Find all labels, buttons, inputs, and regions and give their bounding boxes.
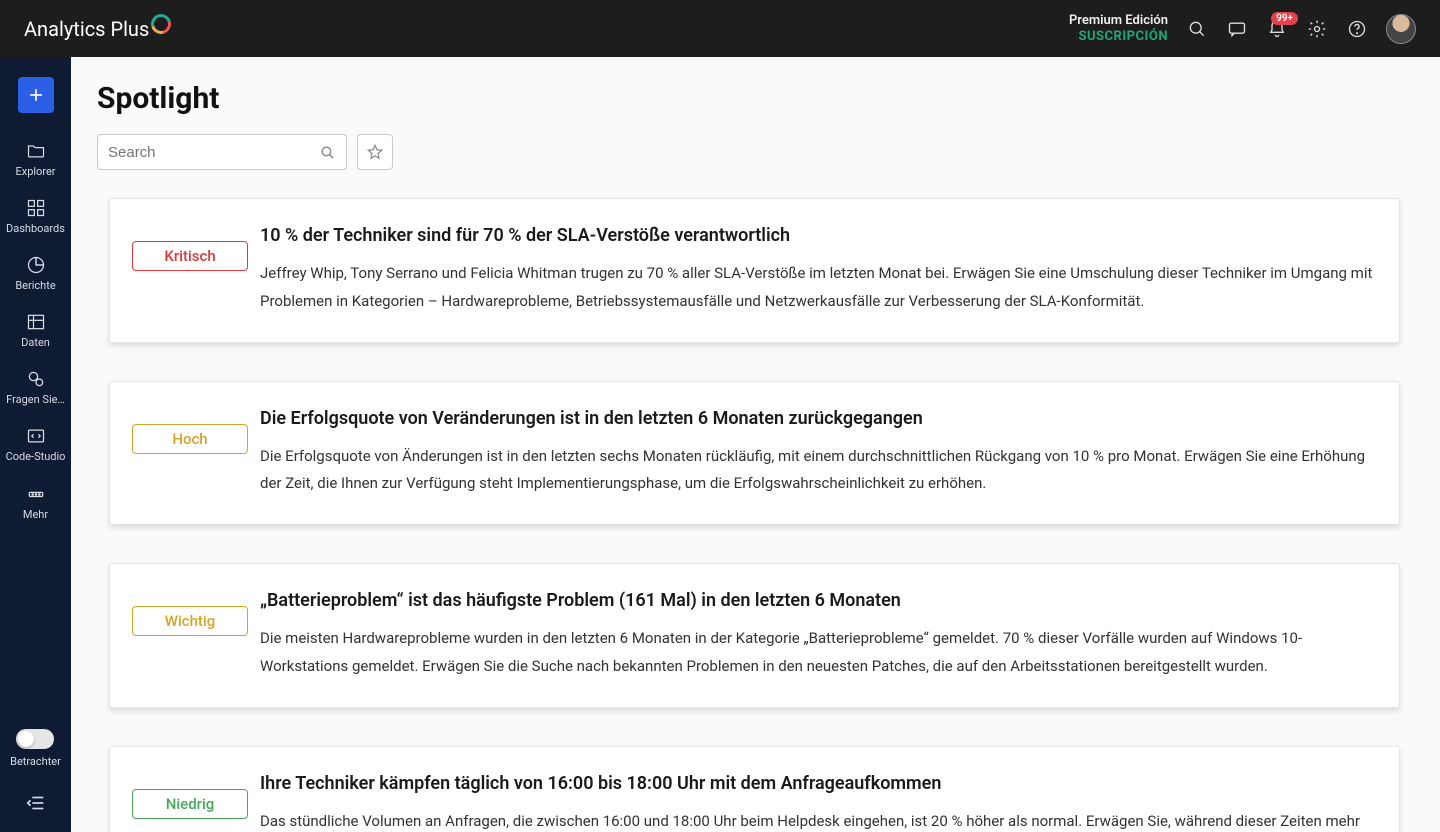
insight-description: Jeffrey Whip, Tony Serrano und Felicia W… xyxy=(260,260,1377,316)
gear-icon[interactable] xyxy=(1306,18,1328,40)
sidebar-item-label: Mehr xyxy=(23,509,48,521)
insight-description: Die Erfolgsquote von Änderungen ist in d… xyxy=(260,443,1377,499)
search-input[interactable] xyxy=(108,144,319,161)
page-title: Spotlight xyxy=(97,81,1414,116)
favorite-button[interactable] xyxy=(357,134,393,170)
subscription-banner[interactable]: Premium Edición SUSCRIPCIÓN xyxy=(1069,13,1168,44)
subscription-line2: SUSCRIPCIÓN xyxy=(1069,29,1168,45)
brand-text: Analytics Plus xyxy=(24,17,149,41)
pie-chart-icon xyxy=(26,255,46,275)
sidebar-item-mehr[interactable]: Mehr xyxy=(0,476,71,529)
viewer-toggle[interactable] xyxy=(16,729,54,749)
code-icon xyxy=(26,426,46,446)
sidebar: Explorer Dashboards Berichte Daten Frage… xyxy=(0,57,71,832)
sidebar-item-dashboards[interactable]: Dashboards xyxy=(0,190,71,243)
search-icon xyxy=(319,144,336,161)
insight-description: Das stündliche Volumen an Anfragen, die … xyxy=(260,808,1377,832)
sidebar-item-label: Daten xyxy=(21,337,50,349)
chat-icon[interactable] xyxy=(1226,18,1248,40)
bell-icon[interactable]: 99+ xyxy=(1266,18,1288,40)
ask-icon xyxy=(26,369,46,389)
notifications-badge: 99+ xyxy=(1271,12,1298,25)
insight-card[interactable]: Wichtig „Batterieproblem“ ist das häufig… xyxy=(109,563,1400,708)
table-icon xyxy=(26,312,46,332)
main-content: Spotlight Kritisch 10 % der Techniker si… xyxy=(71,57,1440,832)
avatar[interactable] xyxy=(1386,14,1416,44)
sidebar-item-label: Dashboards xyxy=(6,223,65,235)
folder-icon xyxy=(26,141,46,161)
severity-badge: Wichtig xyxy=(132,606,248,636)
star-icon xyxy=(366,143,384,161)
sidebar-item-label: Berichte xyxy=(15,280,55,292)
severity-badge: Niedrig xyxy=(132,789,248,819)
search-icon[interactable] xyxy=(1186,18,1208,40)
sidebar-item-label: Fragen Sie… xyxy=(6,394,65,406)
insight-title: Ihre Techniker kämpfen täglich von 16:00… xyxy=(260,773,1377,794)
severity-badge: Kritisch xyxy=(132,241,248,271)
insight-card[interactable]: Hoch Die Erfolgsquote von Veränderungen … xyxy=(109,381,1400,526)
logo-ring-icon xyxy=(148,10,175,37)
sidebar-item-label: Explorer xyxy=(15,166,55,178)
sidebar-item-explorer[interactable]: Explorer xyxy=(0,133,71,186)
insight-title: „Batterieproblem“ ist das häufigste Prob… xyxy=(260,590,1377,611)
severity-badge: Hoch xyxy=(132,424,248,454)
subscription-line1: Premium Edición xyxy=(1069,13,1168,29)
sidebar-item-daten[interactable]: Daten xyxy=(0,304,71,357)
more-icon xyxy=(26,484,46,504)
insight-card[interactable]: Niedrig Ihre Techniker kämpfen täglich v… xyxy=(109,746,1400,832)
insight-title: Die Erfolgsquote von Veränderungen ist i… xyxy=(260,408,1377,429)
collapse-sidebar-icon[interactable] xyxy=(25,792,47,814)
spotlight-search[interactable] xyxy=(97,134,347,170)
dashboard-icon xyxy=(26,198,46,218)
insight-description: Die meisten Hardwareprobleme wurden in d… xyxy=(260,625,1377,681)
help-icon[interactable] xyxy=(1346,18,1368,40)
sidebar-item-code-studio[interactable]: Code-Studio xyxy=(0,418,71,471)
top-bar: Analytics Plus Premium Edición SUSCRIPCI… xyxy=(0,0,1440,57)
sidebar-item-fragen[interactable]: Fragen Sie… xyxy=(0,361,71,414)
insight-card[interactable]: Kritisch 10 % der Techniker sind für 70 … xyxy=(109,198,1400,343)
insight-title: 10 % der Techniker sind für 70 % der SLA… xyxy=(260,225,1377,246)
add-button[interactable] xyxy=(18,77,54,113)
sidebar-item-berichte[interactable]: Berichte xyxy=(0,247,71,300)
viewer-toggle-label: Betrachter xyxy=(10,755,61,768)
logo[interactable]: Analytics Plus xyxy=(24,17,171,41)
sidebar-item-label: Code-Studio xyxy=(6,451,66,463)
